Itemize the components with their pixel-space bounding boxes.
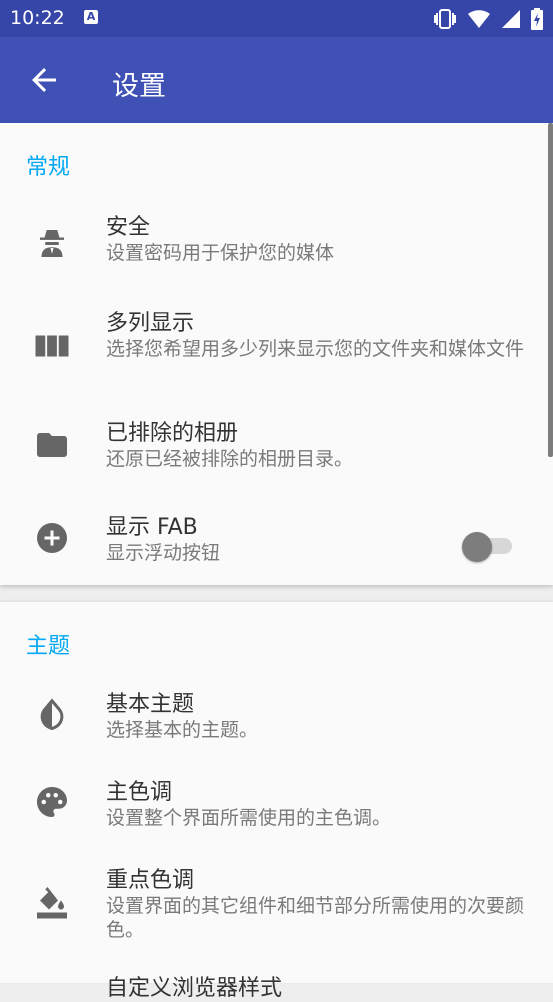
- signal-icon: [502, 10, 520, 28]
- settings-item-title: 多列显示: [106, 311, 195, 336]
- page-title: 设置: [112, 71, 166, 102]
- wifi-icon: [468, 10, 490, 28]
- settings-item-subtitle: 设置界面的其它组件和细节部分所需使用的次要颜色。: [106, 895, 525, 941]
- settings-item-title: 主色调: [106, 780, 173, 805]
- settings-item-title: 重点色调: [106, 868, 195, 893]
- notification-icon: A: [84, 10, 98, 24]
- settings-item-title: 基本主题: [106, 692, 195, 717]
- settings-item-primary-color[interactable]: 主色调 设置整个界面所需使用的主色调。: [0, 770, 553, 850]
- settings-item-title: 已排除的相册: [106, 421, 239, 446]
- general-section-card: 常规 安全 设置密码用于保护您的媒体 多列显示 选择您希望用多少列来显示您的文件…: [0, 123, 553, 585]
- settings-item-show-fab[interactable]: 显示 FAB 显示浮动按钮: [0, 505, 553, 585]
- status-icons: [433, 8, 543, 30]
- show-fab-toggle[interactable]: [462, 532, 512, 562]
- status-bar: 10:22 A: [0, 0, 553, 37]
- toggle-thumb: [462, 532, 492, 562]
- arrow-back-icon[interactable]: [26, 62, 62, 98]
- scrollbar[interactable]: [548, 123, 553, 457]
- settings-item-title: 安全: [106, 215, 151, 240]
- vibrate-icon: [434, 9, 456, 29]
- columns-icon: [35, 335, 69, 357]
- section-header-general: 常规: [26, 155, 71, 180]
- settings-item-subtitle: 还原已经被排除的相册目录。: [106, 448, 354, 470]
- settings-item-subtitle: 设置整个界面所需使用的主色调。: [106, 807, 392, 829]
- battery-charging-icon: [531, 8, 543, 30]
- section-header-theme: 主题: [26, 634, 71, 659]
- settings-item-title: 自定义浏览器样式: [106, 976, 283, 1001]
- spy-icon: [40, 230, 64, 257]
- palette-icon: [37, 787, 67, 817]
- invert-colors-icon: [40, 698, 64, 731]
- settings-item-subtitle: 设置密码用于保护您的媒体: [106, 242, 335, 264]
- settings-item-custom-browser-style[interactable]: 自定义浏览器样式: [0, 966, 553, 1001]
- toolbar: 设置: [0, 37, 553, 123]
- theme-section-card: 主题 基本主题 选择基本的主题。 主色调 设置整个界面所需使用的主色调。 重点色…: [0, 602, 553, 1001]
- settings-item-security[interactable]: 安全 设置密码用于保护您的媒体: [0, 203, 553, 291]
- plus-circle-icon: [37, 523, 67, 553]
- settings-item-subtitle: 选择您希望用多少列来显示您的文件夹和媒体文件: [106, 338, 525, 360]
- folder-icon: [37, 433, 67, 457]
- settings-item-title: 显示 FAB: [106, 515, 198, 540]
- settings-item-base-theme[interactable]: 基本主题 选择基本的主题。: [0, 682, 553, 762]
- settings-item-columns[interactable]: 多列显示 选择您希望用多少列来显示您的文件夹和媒体文件: [0, 301, 553, 397]
- settings-item-subtitle: 选择基本的主题。: [106, 719, 259, 741]
- paint-bucket-icon: [37, 887, 67, 919]
- status-time: 10:22: [10, 7, 65, 29]
- settings-item-accent-color[interactable]: 重点色调 设置界面的其它组件和细节部分所需使用的次要颜色。: [0, 858, 553, 954]
- settings-item-excluded-albums[interactable]: 已排除的相册 还原已经被排除的相册目录。: [0, 411, 553, 491]
